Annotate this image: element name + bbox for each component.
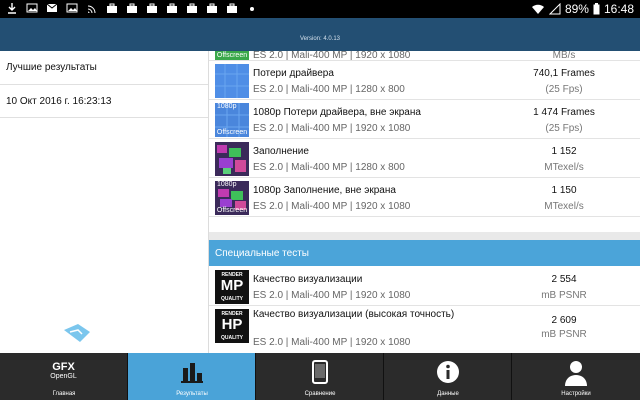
info-icon [436, 361, 459, 383]
result-unit: mB PSNR [541, 290, 587, 301]
tab-label: Настройки [561, 391, 591, 397]
section-header-special-tests: Специальные тесты [209, 240, 640, 266]
tab-home[interactable]: GFX OpenGL Главная [0, 353, 128, 400]
section-divider [209, 232, 640, 240]
result-name: Потери драйвера [253, 68, 334, 79]
gfx-logo-subtext: OpenGL [50, 373, 77, 380]
result-row[interactable]: RENDER HP QUALITY Качество визуализации … [209, 307, 640, 353]
result-unit: mB PSNR [541, 329, 587, 340]
tab-label: Результаты [176, 391, 208, 397]
results-list[interactable]: Offscreen ES 2.0 | Mali-400 MP | 1920 x … [209, 51, 640, 353]
result-value: 1 150 [551, 185, 577, 196]
badge-main: HP [221, 316, 243, 333]
best-results-title[interactable]: Лучшие результаты [0, 51, 208, 85]
briefcase-icon [147, 3, 157, 13]
result-value: 1 152 [551, 146, 577, 157]
thumb-label: Offscreen [216, 207, 248, 214]
briefcase-icon [207, 3, 217, 13]
download-icon [8, 3, 16, 14]
result-name: Качество визуализации [253, 274, 363, 285]
badge-main: MP [220, 277, 244, 294]
thumb-tag: 1080p [217, 103, 237, 110]
cast-icon [87, 5, 96, 14]
driver-overhead-offscreen-icon: 1080p Offscreen [215, 103, 249, 137]
result-spec: ES 2.0 | Mali-400 MP | 1280 x 800 [253, 162, 405, 173]
briefcase-icon [127, 3, 137, 13]
thumb-label: Offscreen [216, 129, 248, 136]
tab-compare[interactable]: Сравнение [256, 353, 384, 400]
badge-bottom: QUALITY [221, 335, 243, 341]
result-spec: ES 2.0 | Mali-400 MP | 1920 x 1080 [253, 290, 411, 301]
result-spec: ES 2.0 | Mali-400 MP | 1280 x 800 [253, 84, 405, 95]
render-quality-mp-icon: RENDER MP QUALITY [215, 270, 249, 304]
result-row[interactable]: 1080p Offscreen 1080p Потери драйвера, в… [209, 101, 640, 139]
notification-icons [6, 2, 258, 14]
thumb-label: Offscreen [216, 52, 248, 59]
watermark-bird-icon [64, 324, 90, 342]
image-icon [26, 3, 38, 13]
result-name: Заполнение [253, 146, 309, 157]
result-name: 1080p Заполнение, вне экрана [253, 185, 396, 196]
tab-results[interactable]: Результаты [128, 353, 256, 400]
offscreen-green-icon: Offscreen [215, 51, 249, 60]
tab-label: Главная [52, 391, 76, 397]
result-spec: ES 2.0 | Mali-400 MP | 1920 x 1080 [253, 201, 411, 212]
badge-bottom: QUALITY [221, 296, 243, 302]
tab-label: Данные [437, 391, 459, 397]
result-unit: MTexel/s [544, 201, 584, 212]
result-value: 740,1 Frames [533, 68, 595, 79]
image-icon [66, 3, 78, 13]
overflow-dot-icon [250, 7, 254, 11]
battery-icon [593, 3, 600, 15]
user-icon [565, 361, 587, 386]
result-row[interactable]: RENDER MP QUALITY Качество визуализации … [209, 268, 640, 306]
briefcase-icon [227, 3, 237, 13]
best-results-panel: Лучшие результаты 10 Окт 2016 г. 16:23:1… [0, 51, 209, 353]
app-header: Version: 4.0.13 [0, 18, 640, 51]
thumb-tag: 1080p [217, 181, 237, 188]
result-unit: MTexel/s [544, 162, 584, 173]
fill-rate-icon [215, 142, 249, 176]
briefcase-icon [187, 3, 197, 13]
battery-percent: 89% [564, 2, 589, 16]
result-value: 1 474 Frames [533, 107, 595, 118]
bar-chart-icon [180, 363, 203, 383]
result-datetime[interactable]: 10 Окт 2016 г. 16:23:13 [0, 85, 208, 118]
result-spec: ES 2.0 | Mali-400 MP | 1920 x 1080 [253, 337, 411, 348]
result-name: 1080p Потери драйвера, вне экрана [253, 107, 421, 118]
render-quality-hp-icon: RENDER HP QUALITY [215, 309, 249, 343]
signal-icon [548, 3, 561, 15]
result-spec: ES 2.0 | Mali-400 MP | 1920 x 1080 [253, 51, 411, 61]
status-right: 89% 16:48 [531, 1, 634, 17]
briefcase-icon [107, 3, 117, 13]
result-row[interactable]: Заполнение ES 2.0 | Mali-400 MP | 1280 x… [209, 140, 640, 178]
gfx-logo-text: GFX [52, 361, 75, 373]
gfx-logo-icon: GFX OpenGL [34, 362, 94, 381]
result-row[interactable]: 1080p Offscreen 1080p Заполнение, вне эк… [209, 179, 640, 217]
clock: 16:48 [603, 2, 634, 16]
result-row[interactable]: Offscreen ES 2.0 | Mali-400 MP | 1920 x … [209, 51, 640, 61]
result-value: 2 609 [551, 315, 577, 326]
bottom-navigation: GFX OpenGL Главная Результаты Сравнение … [0, 353, 640, 400]
result-unit: (25 Fps) [545, 123, 583, 134]
result-unit: MB/s [552, 51, 576, 61]
fill-rate-offscreen-icon: 1080p Offscreen [215, 181, 249, 215]
result-spec: ES 2.0 | Mali-400 MP | 1920 x 1080 [253, 123, 411, 134]
tab-settings[interactable]: Настройки [512, 353, 640, 400]
briefcase-icon [167, 3, 177, 13]
result-name: Качество визуализации (высокая точность) [253, 309, 455, 320]
mail-icon [46, 3, 58, 12]
version-label: Version: 4.0.13 [299, 36, 341, 42]
result-value: 2 554 [551, 274, 577, 285]
driver-overhead-icon [215, 64, 249, 98]
tab-label: Сравнение [304, 391, 336, 397]
status-bar: 89% 16:48 [0, 0, 640, 18]
phone-icon [311, 360, 328, 384]
wifi-icon [531, 4, 544, 14]
result-unit: (25 Fps) [545, 84, 583, 95]
result-row[interactable]: Потери драйвера ES 2.0 | Mali-400 MP | 1… [209, 62, 640, 100]
tab-data[interactable]: Данные [384, 353, 512, 400]
